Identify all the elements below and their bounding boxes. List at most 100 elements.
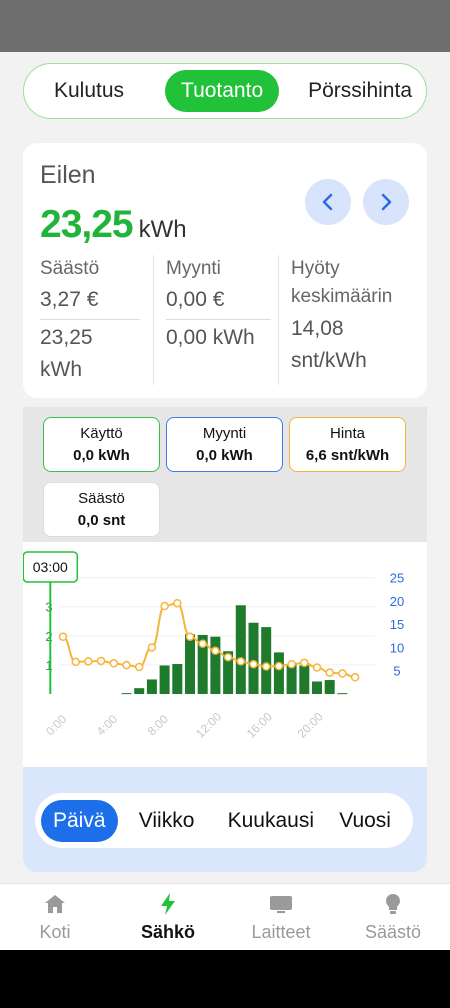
chip-price[interactable]: Hinta 6,6 snt/kWh	[289, 417, 406, 472]
chart-area[interactable]: 123451015202503:000:004:008:0012:0016:00…	[22, 542, 427, 767]
x-tick-label: 0:00	[43, 712, 70, 739]
tab-tuotanto[interactable]: Tuotanto	[165, 70, 280, 112]
period-tab-month[interactable]: Kuukausi	[216, 800, 326, 842]
price-point	[211, 646, 220, 655]
benefit-column: Hyöty keskimäärin 14,08 snt/kWh	[291, 255, 416, 377]
production-bar	[299, 665, 310, 694]
chip-savings[interactable]: Säästö 0,0 snt	[43, 482, 160, 537]
divider	[40, 319, 140, 320]
lightbulb-icon	[386, 894, 400, 914]
column-divider	[278, 255, 279, 385]
lightning-icon	[161, 893, 175, 915]
production-bar	[235, 605, 246, 694]
sales-label: Myynti	[166, 258, 221, 279]
savings-energy: 23,25 kWh	[40, 326, 93, 381]
chip-price-value: 6,6 snt/kWh	[305, 447, 390, 464]
production-bar	[337, 693, 348, 695]
divider	[166, 319, 271, 320]
savings-column: Säästö 3,27 € 23,25 kWh	[40, 255, 140, 386]
next-period-button[interactable]	[363, 179, 409, 225]
y-right-tick-label: 10	[390, 640, 404, 655]
production-bar	[261, 627, 272, 694]
status-bar	[0, 0, 450, 52]
price-point	[312, 663, 322, 672]
production-chart[interactable]: 123451015202503:000:004:008:0012:0016:00…	[22, 542, 427, 767]
price-point	[274, 661, 284, 671]
price-point	[350, 672, 360, 682]
x-tick-label: 20:00	[295, 709, 326, 740]
graph-panel: Käyttö 0,0 kWh Myynti 0,0 kWh Hinta 6,6 …	[22, 407, 427, 872]
period-tab-day[interactable]: Päivä	[41, 799, 118, 842]
price-point	[300, 658, 309, 668]
nav-sahko-label: Sähkö	[140, 922, 196, 942]
benefit-value: 14,08 snt/kWh	[291, 317, 367, 372]
period-tabs: Päivä Viikko Kuukausi Vuosi	[35, 793, 413, 848]
y-left-tick-label: 2	[45, 629, 52, 644]
period-tab-year[interactable]: Vuosi	[335, 800, 395, 842]
chip-sales[interactable]: Myynti 0,0 kWh	[166, 417, 283, 472]
x-tick-label: 12:00	[193, 709, 224, 740]
production-bar	[159, 665, 170, 694]
nav-sahko[interactable]: Sähkö	[123, 892, 213, 943]
sales-money: 0,00 €	[166, 288, 225, 311]
price-point	[71, 657, 80, 667]
y-right-tick-label: 15	[390, 617, 404, 632]
price-point	[287, 659, 296, 669]
nav-saasto[interactable]: Säästö	[348, 892, 438, 943]
nav-koti[interactable]: Koti	[10, 892, 100, 943]
x-tick-label: 16:00	[244, 709, 275, 740]
y-right-tick-label: 25	[390, 571, 404, 586]
total-production: 23,25 kWh	[40, 203, 187, 247]
chevron-right-icon	[381, 193, 392, 211]
price-point	[109, 659, 119, 668]
bottom-navigation: Koti Sähkö Laitteet Säästö	[0, 883, 450, 950]
chip-usage-value: 0,0 kWh	[73, 447, 130, 464]
y-right-tick-label: 20	[390, 594, 404, 609]
tab-kulutus[interactable]: Kulutus	[38, 70, 140, 112]
sales-energy: 0,00 kWh	[166, 326, 255, 349]
sales-column: Myynti 0,00 € 0,00 kWh	[166, 255, 271, 354]
price-point	[173, 598, 182, 608]
production-bar	[185, 634, 195, 694]
period-label: Eilen	[40, 161, 96, 189]
y-right-tick-label: 5	[393, 664, 400, 679]
chip-savings-name: Säästö	[78, 490, 125, 507]
price-point	[58, 632, 68, 641]
production-bar	[273, 652, 284, 694]
production-bar	[248, 622, 259, 694]
device-icon	[270, 896, 292, 913]
total-value: 23,25	[40, 203, 134, 246]
price-point	[134, 662, 144, 672]
summary-card: Eilen 23,25 kWh Säästö 3,27 € 23,25 kWh M…	[23, 143, 427, 398]
tab-porssihinta[interactable]: Pörssihinta	[304, 70, 416, 112]
nav-laitteet-label: Laitteet	[251, 922, 311, 942]
price-point	[84, 657, 93, 666]
chip-usage[interactable]: Käyttö 0,0 kWh	[43, 417, 160, 472]
price-point	[249, 659, 258, 669]
chip-sales-name: Myynti	[202, 425, 247, 442]
production-bar	[121, 693, 132, 695]
previous-period-button[interactable]	[305, 179, 351, 225]
y-left-tick-label: 1	[45, 658, 52, 673]
total-unit: kWh	[138, 216, 187, 243]
price-point	[223, 652, 233, 662]
price-point	[338, 669, 347, 678]
chip-price-name: Hinta	[329, 425, 366, 442]
price-point	[236, 657, 246, 666]
period-tab-week[interactable]: Viikko	[127, 800, 207, 842]
price-point	[325, 668, 334, 677]
system-navigation-bar	[0, 950, 450, 1008]
nav-saasto-label: Säästö	[364, 922, 422, 942]
production-bar	[312, 681, 322, 694]
price-point	[185, 632, 195, 641]
nav-laitteet[interactable]: Laitteet	[236, 892, 326, 943]
savings-money: 3,27 €	[40, 288, 99, 311]
price-point	[147, 643, 157, 652]
y-left-tick-label: 3	[45, 600, 52, 615]
chip-sales-value: 0,0 kWh	[196, 447, 253, 464]
production-bar	[172, 664, 183, 694]
chevron-left-icon	[322, 193, 333, 211]
price-point	[160, 601, 169, 611]
column-divider	[153, 255, 154, 385]
nav-koti-label: Koti	[39, 922, 71, 942]
